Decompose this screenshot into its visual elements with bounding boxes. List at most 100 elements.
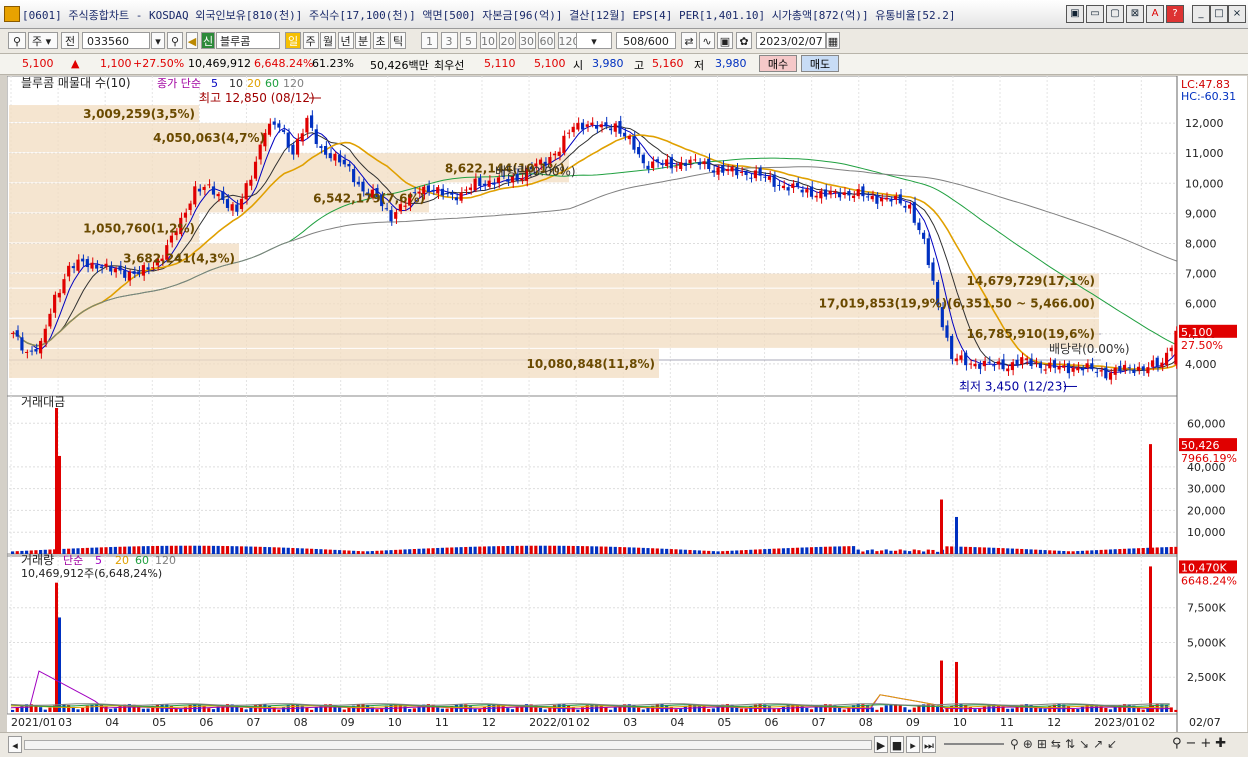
amount-bar <box>912 549 916 554</box>
tile-button[interactable]: ⊠ <box>1126 5 1144 23</box>
volume-ma-period: 5 <box>95 554 102 567</box>
volume-bar <box>1010 708 1014 712</box>
search-icon[interactable]: ⚲ <box>167 32 183 49</box>
zoom-slider[interactable] <box>944 743 1004 745</box>
volume-value: 10,469,912 <box>188 57 251 70</box>
volume-profile-label: 4,050,063(4,7%) <box>153 131 265 145</box>
help-button[interactable]: ? <box>1166 5 1184 23</box>
minimize-chart-button[interactable]: ▭ <box>1086 5 1104 23</box>
candle-body <box>328 153 332 159</box>
candle-body <box>356 181 360 185</box>
period-tab-4[interactable]: 분 <box>355 32 371 49</box>
candle-body <box>683 162 687 166</box>
horizontal-scrollbar[interactable] <box>24 740 872 750</box>
ask-price: 5,110 <box>484 57 516 70</box>
amount-bar <box>936 551 940 554</box>
candle-body <box>599 124 603 128</box>
sell-button[interactable]: 매도 <box>801 55 839 72</box>
pin-icon[interactable]: ⚲ <box>8 32 26 49</box>
period-tab-3[interactable]: 년 <box>337 32 354 49</box>
period-select[interactable]: 주 ▾ <box>28 32 58 49</box>
ma-period-label: 20 <box>247 77 261 90</box>
amount-bar <box>543 545 547 554</box>
volume-bar <box>109 709 113 712</box>
candle-body <box>95 264 99 269</box>
chart-area[interactable]: 12,000 11,000 10,000 9,000 8,000 7,000 6,000 5,… <box>6 75 1247 734</box>
candle-body <box>580 122 585 130</box>
chart-canvas[interactable]: 12,000 11,000 10,000 9,000 8,000 7,000 6,000 5,… <box>6 75 1247 734</box>
amount-bar <box>982 547 986 554</box>
amount-bar <box>847 546 851 554</box>
amount-bar <box>450 547 454 554</box>
volume-bar <box>1080 706 1085 712</box>
end-icon[interactable]: ⏭ <box>922 736 936 753</box>
period-tab-2[interactable]: 월 <box>320 32 336 49</box>
candle-body <box>478 177 482 187</box>
fast-forward-icon[interactable]: ▸ <box>906 736 920 753</box>
period-tab-6[interactable]: 틱 <box>390 32 406 49</box>
close-button[interactable]: × <box>1228 5 1246 23</box>
y-tick-label: 4,000 <box>1185 358 1217 371</box>
candle-body <box>258 144 262 160</box>
candle-body <box>324 146 328 155</box>
save-icon[interactable]: ▣ <box>717 32 733 49</box>
minute-tab-30[interactable]: 30 <box>518 32 536 49</box>
candle-body <box>384 208 388 210</box>
code-dropdown-icon[interactable]: ▾ <box>151 32 165 49</box>
amount-bar <box>174 545 178 554</box>
maximize-button[interactable]: □ <box>1210 5 1228 23</box>
font-button[interactable]: A <box>1146 5 1164 23</box>
candle-body <box>440 188 444 196</box>
volume-bar <box>805 708 809 712</box>
amount-bar <box>132 546 136 554</box>
minute-tab-20[interactable]: 20 <box>499 32 516 49</box>
calendar-icon[interactable]: ▦ <box>826 32 840 49</box>
x-tick-label: 07 <box>246 716 260 729</box>
unit-select[interactable]: ▾ <box>576 32 612 49</box>
amount-bar <box>922 551 926 554</box>
minimize-button[interactable]: _ <box>1192 5 1210 23</box>
count-input[interactable]: 508/600 <box>616 32 676 49</box>
amount-bar <box>408 549 412 554</box>
candle-body <box>1010 362 1014 371</box>
code-input[interactable]: 033560 <box>82 32 150 49</box>
volume-bar <box>842 709 846 712</box>
candle-body <box>1062 365 1066 368</box>
minute-tab-3[interactable]: 3 <box>440 32 458 49</box>
zoom-controls-icon[interactable]: ⚲−+✚ <box>1172 736 1230 751</box>
bid-price: 5,100 <box>534 57 566 70</box>
swap-icon[interactable]: ⇄ <box>681 32 697 49</box>
amount-bar <box>244 546 248 554</box>
period-tab-1[interactable]: 주 <box>302 32 319 49</box>
buy-button[interactable]: 매수 <box>759 55 797 72</box>
layout-button[interactable]: ▣ <box>1066 5 1084 23</box>
minute-tab-10[interactable]: 10 <box>479 32 497 49</box>
stop-icon[interactable]: ■ <box>890 736 904 753</box>
chart-icon[interactable]: ∿ <box>699 32 715 49</box>
volume-bar <box>1076 709 1080 712</box>
amount-bar <box>314 548 318 554</box>
period-tab-5[interactable]: 초 <box>372 32 389 49</box>
candle-body <box>272 121 276 125</box>
settings-icon[interactable]: ✿ <box>736 32 752 49</box>
minute-tab-60[interactable]: 60 <box>538 32 555 49</box>
amount-bar <box>1071 551 1075 554</box>
restore-chart-button[interactable]: ▢ <box>1106 5 1124 23</box>
candle-body <box>590 122 594 126</box>
scroll-left-icon[interactable]: ◂ <box>8 736 22 753</box>
jeon-button[interactable]: 전 <box>61 32 79 49</box>
candle-body <box>216 193 220 197</box>
amount-bar <box>875 551 879 554</box>
date-input[interactable]: 2023/02/07 <box>756 32 826 49</box>
x-tick-label: 02 <box>576 716 590 729</box>
stock-name-field[interactable]: 블루콤 <box>216 32 280 49</box>
amount-bar <box>202 545 206 554</box>
minute-tab-1[interactable]: 1 <box>421 32 438 49</box>
y-tick-label: 9,000 <box>1185 207 1217 220</box>
period-tab-0[interactable]: 일 <box>285 32 301 49</box>
minute-tab-5[interactable]: 5 <box>460 32 477 49</box>
drawing-tools-icon[interactable]: ⚲⊕⊞⇆⇅↘↗↙ <box>1010 737 1121 751</box>
amount-bar <box>562 545 566 554</box>
speaker-icon[interactable]: ◀ <box>186 32 198 49</box>
play-icon[interactable]: ▶ <box>874 736 888 753</box>
